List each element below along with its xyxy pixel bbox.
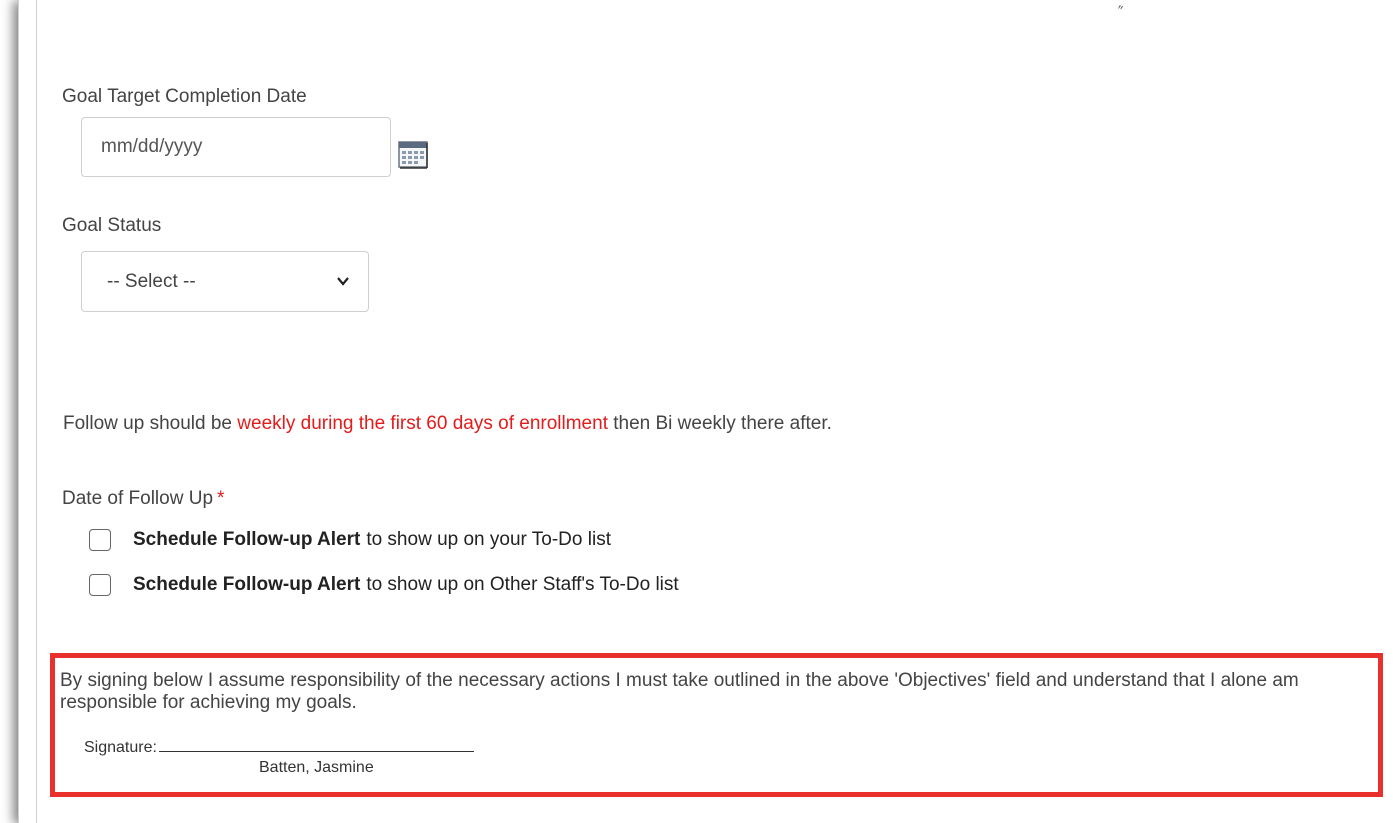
required-marker: * — [217, 488, 225, 509]
signature-statement: By signing below I assume responsibility… — [60, 670, 1299, 713]
follow-up-note-suffix: then Bi weekly there after. — [613, 413, 832, 434]
follow-up-date-label-text: Date of Follow Up — [62, 488, 214, 509]
follow-up-alert-own-text: to show up on your To-Do list — [366, 529, 611, 550]
follow-up-alert-other-bold: Schedule Follow-up Alert — [133, 574, 361, 595]
panel-divider — [36, 0, 37, 823]
follow-up-alert-own-bold: Schedule Follow-up Alert — [133, 529, 361, 550]
target-date-input[interactable] — [81, 117, 391, 177]
signature-section: By signing below I assume responsibility… — [50, 653, 1383, 797]
goal-status-selected-value: -- Select -- — [107, 271, 196, 292]
follow-up-alert-other-text: to show up on Other Staff's To-Do list — [366, 574, 679, 595]
target-date-label: Goal Target Completion Date — [62, 86, 307, 107]
follow-up-note-highlight: weekly during the first 60 days of enrol… — [237, 413, 608, 434]
signature-label: Signature: — [84, 739, 157, 756]
signature-line: Signature: — [84, 737, 474, 757]
follow-up-note-prefix: Follow up should be — [63, 413, 232, 434]
follow-up-alert-other-option[interactable]: Schedule Follow-up Alert to show up on O… — [89, 574, 679, 596]
goal-status-label: Goal Status — [62, 215, 162, 236]
chevron-down-icon — [337, 277, 349, 286]
follow-up-alert-own-option[interactable]: Schedule Follow-up Alert to show up on y… — [89, 529, 611, 551]
signer-name: Batten, Jasmine — [259, 759, 374, 776]
follow-up-instructions: Follow up should be weekly during the fi… — [63, 413, 832, 435]
goal-status-select[interactable]: -- Select -- — [81, 251, 369, 312]
follow-up-alert-other-checkbox[interactable] — [89, 574, 111, 596]
follow-up-alert-own-checkbox[interactable] — [89, 529, 111, 551]
follow-up-date-label: Date of Follow Up * — [62, 488, 224, 510]
signature-underline — [158, 737, 474, 752]
calendar-icon[interactable] — [398, 139, 428, 169]
